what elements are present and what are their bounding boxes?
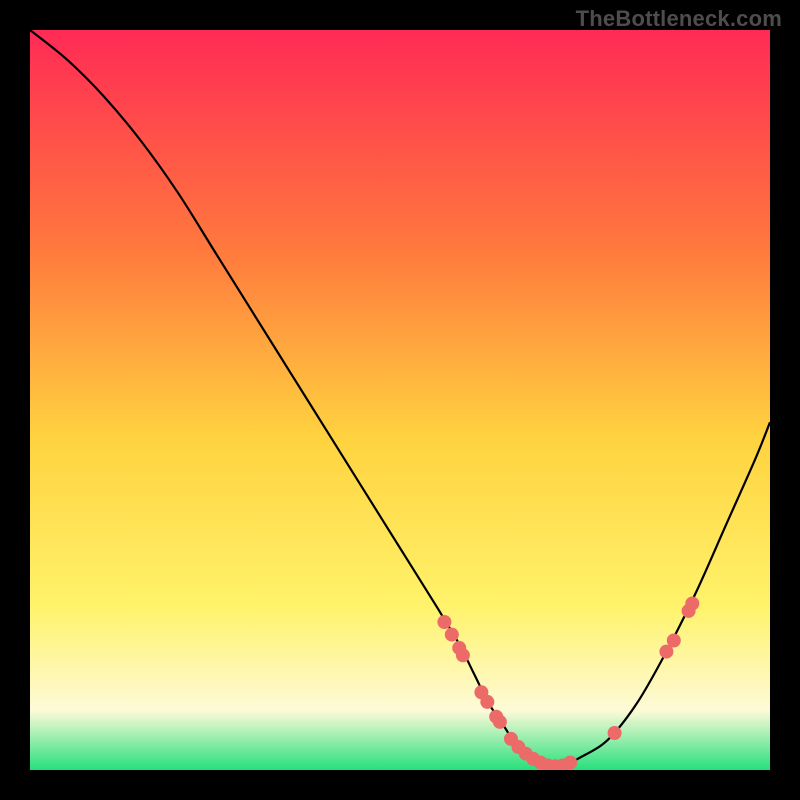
data-marker — [608, 727, 621, 740]
data-marker — [456, 649, 469, 662]
data-marker — [667, 634, 680, 647]
data-marker — [438, 616, 451, 629]
data-marker — [481, 695, 494, 708]
data-marker — [660, 645, 673, 658]
watermark-text: TheBottleneck.com — [576, 6, 782, 32]
data-marker — [686, 597, 699, 610]
data-marker — [445, 628, 458, 641]
plot-area — [30, 30, 770, 770]
app-frame: TheBottleneck.com — [0, 0, 800, 800]
bottleneck-chart — [30, 30, 770, 770]
data-marker — [493, 715, 506, 728]
data-marker — [564, 756, 577, 769]
